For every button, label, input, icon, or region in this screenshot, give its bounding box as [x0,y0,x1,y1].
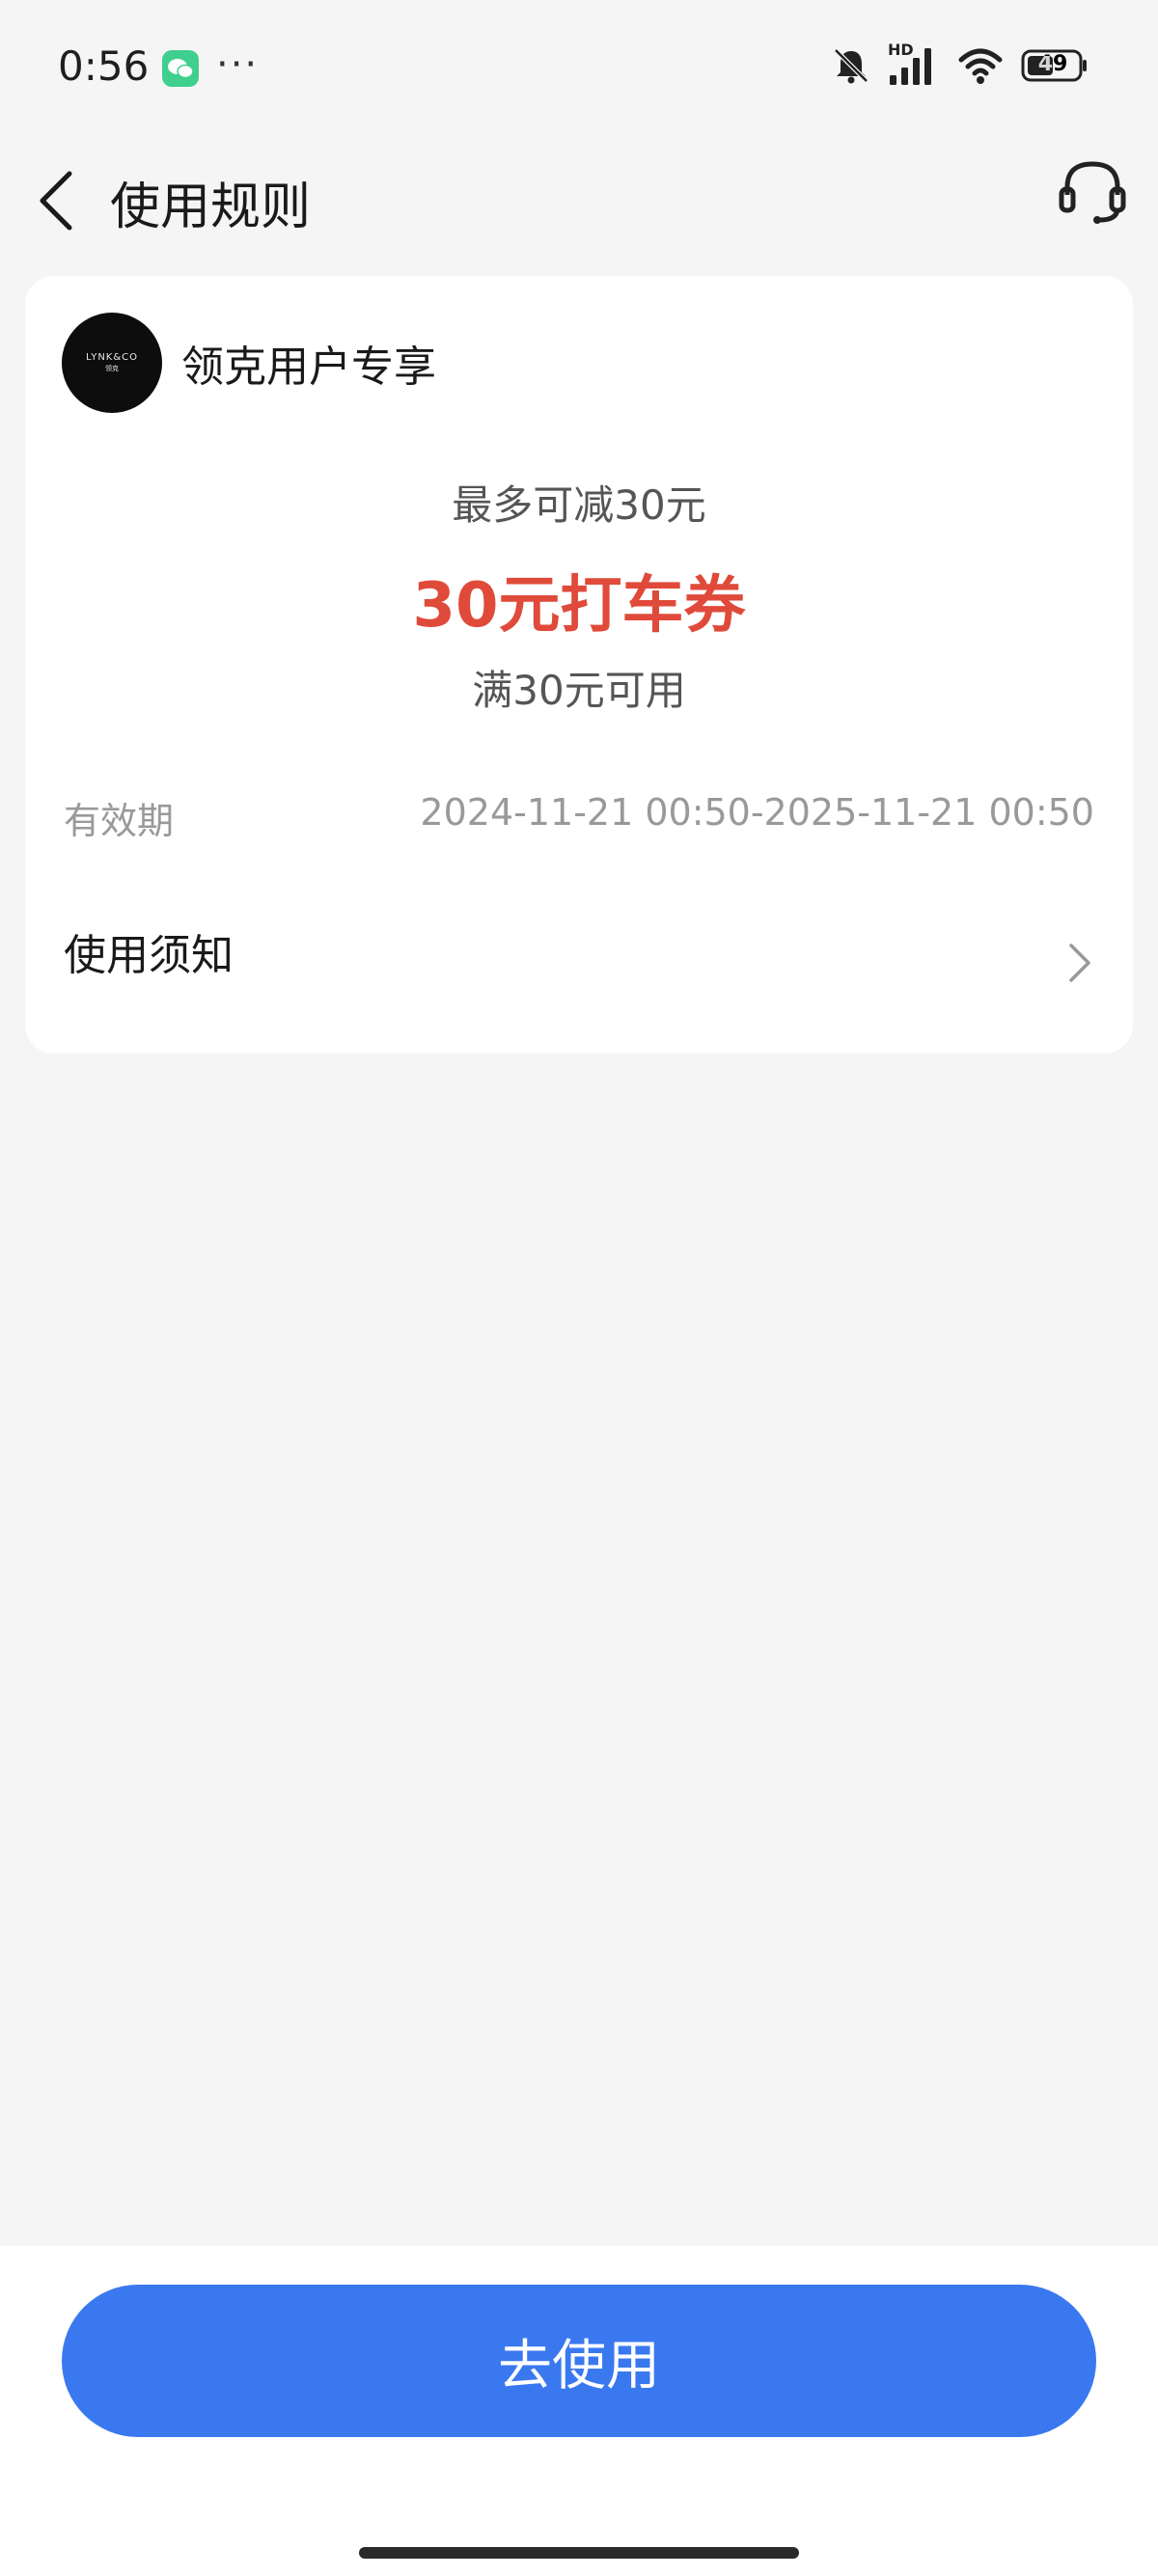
usage-notice-row[interactable]: 使用须知 [25,913,1133,1009]
use-coupon-button[interactable]: 去使用 [62,2285,1096,2437]
brand-logo-subtext: 领克 [105,365,119,372]
coupon-title: 30元打车券 [412,570,746,642]
header: 使用规则 [0,135,1158,280]
brand-logo-text: LYNK&CO [85,352,139,363]
battery-level: 49 [1037,52,1068,76]
coupon-condition: 满30元可用 [472,667,686,714]
customer-service-icon[interactable] [1056,154,1129,228]
page-title: 使用规则 [110,178,312,236]
status-time: 0:56 [58,42,150,90]
signal-icon: HD [888,41,940,87]
max-reduce-text: 最多可减30元 [452,481,706,529]
bottom-bar: 去使用 [0,2246,1158,2576]
coupon-card: LYNK&CO 领克 领克用户专享 最多可减30元 30元打车券 满30元可用 … [25,276,1133,1054]
home-indicator[interactable] [359,2547,799,2559]
chevron-right-icon [1069,944,1090,982]
more-notifications-icon: ··· [216,42,260,87]
brand-name: 领克用户专享 [181,343,436,392]
usage-notice-label: 使用须知 [64,931,234,980]
wifi-icon [958,48,1003,84]
status-bar: 0:56 ··· HD 49 [0,0,1158,135]
brand-logo: LYNK&CO 领克 [62,313,162,413]
validity-value: 2024-11-21 00:50-2025-11-21 00:50 [420,791,1094,834]
status-icons: HD 49 [832,41,1089,87]
validity-label: 有效期 [64,800,175,842]
battery-icon: 49 [1021,49,1089,82]
back-icon[interactable] [33,166,79,235]
mute-bell-icon [834,48,868,84]
wechat-icon [162,50,199,87]
